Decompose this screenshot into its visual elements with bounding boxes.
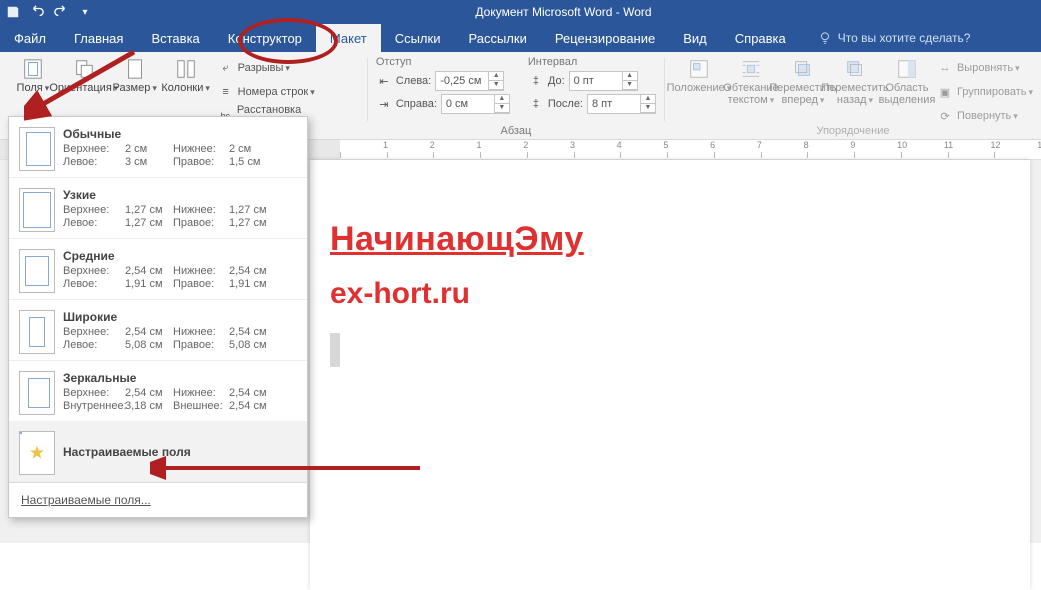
redo-icon[interactable] <box>54 5 68 19</box>
rotate-button[interactable]: ⟳Повернуть <box>937 106 1033 126</box>
spin-down-icon[interactable]: ▼ <box>489 81 503 90</box>
page[interactable]: НачинающЭму ex-hort.ru <box>310 160 1030 590</box>
margins-option-mirror[interactable]: Зеркальные Верхнее:2,54 смНижнее:2,54 см… <box>9 361 307 421</box>
tab-layout[interactable]: Макет <box>316 24 381 52</box>
size-label: Размер <box>113 82 157 94</box>
breaks-icon: ⤶ <box>218 60 234 76</box>
align-icon: ↔ <box>937 60 953 76</box>
tab-review[interactable]: Рецензирование <box>541 24 669 52</box>
margins-icon <box>22 58 44 80</box>
indent-right-label: Справа: <box>396 98 437 110</box>
margins-option-narrow[interactable]: Узкие Верхнее:1,27 смНижнее:1,27 см Лево… <box>9 178 307 239</box>
indent-left-input[interactable]: -0,25 см▲▼ <box>435 71 504 91</box>
tab-view[interactable]: Вид <box>669 24 721 52</box>
breaks-button[interactable]: ⤶Разрывы <box>218 58 359 78</box>
tab-design[interactable]: Конструктор <box>214 24 316 52</box>
group-objects-button[interactable]: ▣Группировать <box>937 82 1033 102</box>
line-numbers-icon: ≡ <box>218 84 234 100</box>
spacing-before-icon: ‡ <box>528 73 544 89</box>
send-backward-button[interactable]: Переместить назад <box>829 56 881 126</box>
group-label-arrange: Упорядочение <box>665 125 1041 137</box>
position-button[interactable]: Положение <box>673 56 725 126</box>
margins-custom-icon <box>19 431 55 475</box>
margins-preset-icon <box>19 188 55 232</box>
margins-preset-icon <box>19 310 55 354</box>
margins-option-moderate[interactable]: Средние Верхнее:2,54 смНижнее:2,54 см Ле… <box>9 239 307 300</box>
save-icon[interactable] <box>6 5 20 19</box>
tab-help[interactable]: Справка <box>721 24 800 52</box>
spacing-after-label: После: <box>548 98 583 110</box>
quick-access-toolbar: ▾ <box>6 5 92 19</box>
margins-dropdown: Обычные Верхнее:2 смНижнее:2 см Левое:3 … <box>8 116 308 518</box>
position-icon <box>688 58 710 80</box>
align-button[interactable]: ↔Выровнять <box>937 58 1033 78</box>
text-cursor <box>330 333 340 367</box>
bulb-icon <box>818 31 832 45</box>
window-title: Документ Microsoft Word - Word <box>475 5 651 19</box>
selection-pane-button[interactable]: Область выделения <box>881 56 933 126</box>
group-label-paragraph: Абзац <box>368 125 664 137</box>
spacing-after-icon: ‡ <box>528 96 544 112</box>
group-paragraph: Отступ ⇤ Слева: -0,25 см▲▼ ⇥ Справа: 0 с… <box>368 52 664 139</box>
tell-me[interactable]: Что вы хотите сделать? <box>818 24 971 52</box>
margins-option-normal[interactable]: Обычные Верхнее:2 смНижнее:2 см Левое:3 … <box>9 117 307 178</box>
ribbon-tabs: Файл Главная Вставка Конструктор Макет С… <box>0 24 1041 52</box>
margins-option-custom-recent[interactable]: Настраиваемые поля <box>9 421 307 482</box>
rotate-icon: ⟳ <box>937 108 953 124</box>
tab-file[interactable]: Файл <box>0 24 60 52</box>
indent-heading: Отступ <box>376 56 510 68</box>
margins-preset-icon <box>19 371 55 415</box>
doc-heading-2[interactable]: ex-hort.ru <box>330 277 1010 311</box>
undo-icon[interactable] <box>30 5 44 19</box>
indent-left-icon: ⇤ <box>376 73 392 89</box>
custom-margins-link[interactable]: Настраиваемые поля... <box>9 482 307 517</box>
group-arrange: Положение Обтекание текстом Переместить … <box>665 52 1041 139</box>
bring-forward-icon <box>792 58 814 80</box>
margins-label: Поля <box>17 82 50 94</box>
doc-heading-1[interactable]: НачинающЭму <box>330 220 1010 259</box>
margins-option-wide[interactable]: Широкие Верхнее:2,54 смНижнее:2,54 см Ле… <box>9 300 307 361</box>
indent-left-label: Слева: <box>396 75 431 87</box>
indent-right-input[interactable]: 0 см▲▼ <box>441 94 510 114</box>
spacing-heading: Интервал <box>528 56 656 68</box>
margins-preset-icon <box>19 127 55 171</box>
custom-recent-label: Настраиваемые поля <box>63 445 191 459</box>
spacing-before-input[interactable]: 0 пт▲▼ <box>569 71 638 91</box>
spacing-before-label: До: <box>548 75 565 87</box>
send-backward-icon <box>844 58 866 80</box>
title-bar: ▾ Документ Microsoft Word - Word <box>0 0 1041 24</box>
wrap-icon <box>740 58 762 80</box>
tell-me-label: Что вы хотите сделать? <box>838 31 971 45</box>
margins-preset-icon <box>19 249 55 293</box>
group-icon: ▣ <box>937 84 953 100</box>
columns-icon <box>175 58 197 80</box>
line-numbers-button[interactable]: ≡Номера строк <box>218 82 359 102</box>
tab-mailings[interactable]: Рассылки <box>454 24 540 52</box>
size-icon <box>124 58 146 80</box>
spin-up-icon[interactable]: ▲ <box>489 72 503 81</box>
orientation-icon <box>73 58 95 80</box>
tab-references[interactable]: Ссылки <box>381 24 455 52</box>
columns-label: Колонки <box>161 82 210 94</box>
tab-home[interactable]: Главная <box>60 24 137 52</box>
indent-right-icon: ⇥ <box>376 96 392 112</box>
custom-margins-label: Настраиваемые поля... <box>21 493 151 507</box>
spacing-after-input[interactable]: 8 пт▲▼ <box>587 94 656 114</box>
selection-pane-icon <box>896 58 918 80</box>
qat-customize-icon[interactable]: ▾ <box>78 5 92 19</box>
orientation-label: Ориентация <box>49 82 118 94</box>
tab-insert[interactable]: Вставка <box>137 24 213 52</box>
